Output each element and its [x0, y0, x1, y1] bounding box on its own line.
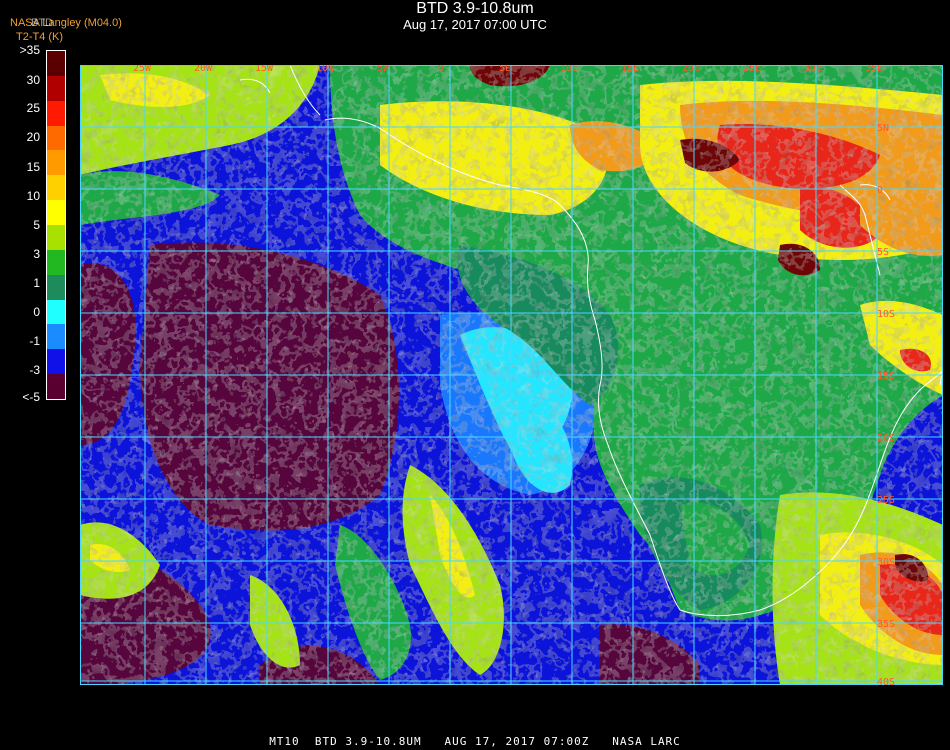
legend-swatch: [47, 225, 65, 251]
legend-swatch: [47, 150, 65, 176]
legend-label: 25: [26, 101, 40, 115]
legend-label: 15: [26, 160, 40, 174]
org-label: NASA Langley (M04.0): [10, 17, 122, 29]
satellite-map: 25W 20W 15W 10W 5W 0 5E 10E 15E 20E 25E 30E 35E 5N 0 5S…: [80, 65, 943, 685]
legend-label: >35: [19, 43, 40, 57]
legend-label: 3: [33, 247, 40, 261]
longitude-label: 25E: [743, 65, 761, 74]
longitude-label: 5E: [499, 65, 511, 74]
longitude-label: 30E: [804, 65, 822, 74]
legend-label: 5: [33, 218, 40, 232]
latitude-label: 10S: [877, 309, 895, 320]
longitude-label: 0: [438, 65, 444, 74]
latitude-label: 5N: [877, 123, 889, 134]
longitude-label: 10W: [316, 65, 335, 74]
legend-label: 10: [26, 189, 40, 203]
longitude-label: 20W: [194, 65, 213, 74]
legend-label: 0: [33, 305, 40, 319]
legend-swatch: [47, 51, 65, 77]
map-datetime: Aug 17, 2017 07:00 UTC: [403, 17, 547, 32]
legend-swatch: [47, 75, 65, 102]
longitude-label: 35E: [865, 65, 883, 74]
legend-label: -3: [29, 363, 40, 377]
legend-swatch: [47, 125, 65, 151]
legend-swatch: [47, 374, 65, 400]
longitude-label: 20E: [682, 65, 700, 74]
legend-swatch: [47, 274, 65, 301]
legend-swatch: [47, 200, 65, 226]
longitude-label: 5W: [377, 65, 390, 74]
latitude-label: 0: [877, 185, 883, 196]
legend-swatch: [47, 349, 65, 375]
legend-label: 30: [26, 73, 40, 87]
map-title: BTD 3.9-10.8um: [416, 0, 534, 17]
units-label: T2-T4 (K): [16, 31, 64, 43]
legend-label: <-5: [22, 390, 40, 404]
legend-swatch: [47, 299, 65, 325]
btd-overlap-label: BTD: [31, 17, 53, 29]
legend-swatch: [47, 100, 65, 127]
latitude-label: 20S: [877, 433, 895, 444]
color-legend: [46, 50, 66, 400]
longitude-label: 15E: [621, 65, 639, 74]
latitude-label: 30S: [877, 557, 895, 568]
latitude-label: 5S: [877, 247, 889, 258]
latitude-label: 35S: [877, 619, 895, 630]
latitude-label: 15S: [877, 371, 895, 382]
legend-label: 1: [33, 276, 40, 290]
longitude-label: 15W: [255, 65, 274, 74]
footer-caption: MT10 BTD 3.9-10.8UM AUG 17, 2017 07:00Z …: [269, 735, 681, 748]
legend-swatch: [47, 249, 65, 276]
longitude-label: 25W: [133, 65, 152, 74]
longitude-label: 10E: [560, 65, 578, 74]
legend-label: -1: [29, 334, 40, 348]
latitude-label: 25S: [877, 495, 895, 506]
latitude-label: 40S: [877, 677, 895, 685]
legend-label: 20: [26, 130, 40, 144]
legend-swatch: [47, 175, 65, 201]
legend-swatch: [47, 324, 65, 350]
